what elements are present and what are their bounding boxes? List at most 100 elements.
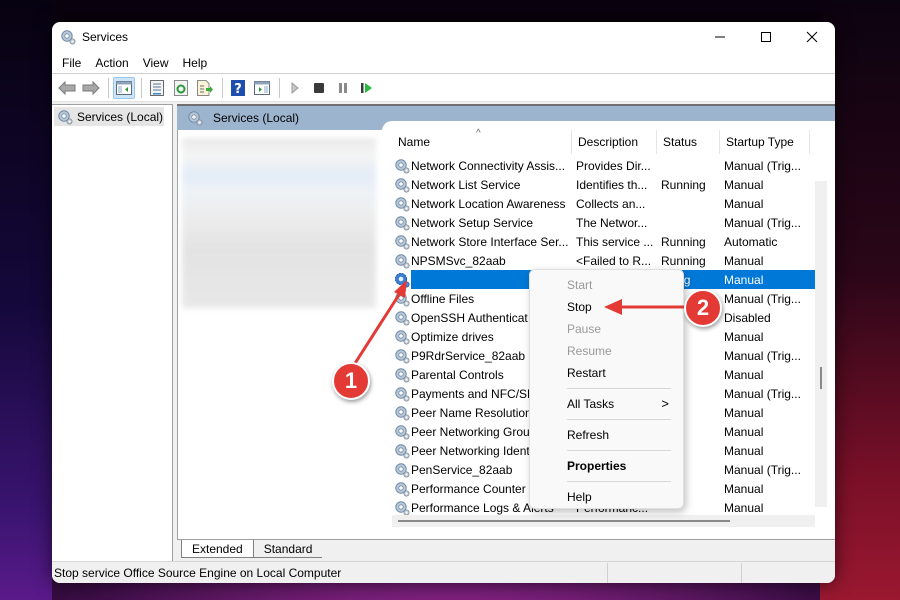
table-row[interactable]: Network Store Interface Ser... This servi… — [392, 232, 817, 251]
menu-item-all-tasks[interactable]: All Tasks > — [530, 393, 683, 415]
table-row[interactable]: Network Connectivity Assis... Provides Di… — [392, 156, 817, 175]
service-description: <Failed to R... — [576, 253, 652, 268]
forward-button[interactable] — [80, 77, 102, 99]
service-name: Offline Files — [411, 291, 475, 306]
pause-service-button[interactable] — [332, 77, 354, 99]
stop-service-icon — [314, 82, 324, 93]
menu-view[interactable]: View — [137, 56, 175, 70]
service-name: Peer Networking Grou — [411, 424, 530, 439]
svg-text:?: ? — [234, 82, 242, 96]
service-gear-icon — [395, 443, 410, 459]
details-header-title: Services (Local) — [213, 111, 300, 125]
column-header-name[interactable]: ^ Name — [392, 128, 572, 154]
service-startup-type: Manual — [724, 424, 764, 439]
service-gear-icon — [395, 500, 410, 516]
service-startup-type: Manual — [724, 253, 764, 268]
table-row[interactable]: Network Location Awareness Collects an...… — [392, 194, 817, 213]
tab-extended[interactable]: Extended — [181, 540, 254, 558]
horizontal-scrollbar[interactable] — [392, 515, 815, 527]
services-gear-icon — [188, 111, 203, 126]
services-gear-icon — [58, 109, 73, 125]
close-icon — [806, 31, 818, 43]
menu-item-resume[interactable]: Resume — [530, 340, 683, 362]
service-startup-type: Manual — [724, 329, 764, 344]
service-gear-icon — [395, 310, 410, 326]
column-header-status[interactable]: Status — [657, 130, 720, 154]
service-status: Running — [661, 253, 706, 268]
start-service-button[interactable] — [284, 77, 306, 99]
minimize-icon — [715, 36, 725, 38]
service-startup-type: Manual — [724, 367, 764, 382]
service-gear-icon — [395, 177, 410, 193]
vertical-scrollbar-thumb[interactable] — [820, 367, 822, 389]
service-description: The Networ... — [576, 215, 648, 230]
pause-service-icon — [339, 82, 347, 93]
menu-item-stop[interactable]: Stop — [530, 296, 683, 318]
back-button[interactable] — [56, 77, 78, 99]
service-name: OpenSSH Authenticat — [411, 310, 528, 325]
menu-item-refresh[interactable]: Refresh — [530, 424, 683, 446]
service-name: Performance Counter — [411, 481, 526, 496]
menu-item-restart[interactable]: Restart — [530, 362, 683, 384]
service-startup-type: Manual — [724, 481, 764, 496]
table-row[interactable]: Network Setup Service The Networ... Manual… — [392, 213, 817, 232]
toolbar-separator — [222, 77, 223, 98]
table-row[interactable]: Network List Service Identifies th... Runn… — [392, 175, 817, 194]
table-row[interactable]: NPSMSvc_82aab <Failed to R... Running Manua… — [392, 251, 817, 270]
console-tree: Services (Local) — [52, 104, 173, 561]
service-gear-icon — [394, 272, 410, 288]
cell-name: NPSMSvc_82aab — [392, 253, 572, 269]
service-startup-type: Manual — [724, 177, 764, 192]
refresh-button[interactable] — [170, 77, 192, 99]
restart-service-button[interactable] — [356, 77, 378, 99]
menu-item-label: All Tasks — [567, 397, 615, 411]
show-hide-console-tree-icon — [116, 80, 132, 95]
service-name: Parental Controls — [411, 367, 504, 382]
service-name: Peer Networking Ident — [411, 443, 530, 458]
service-name: P9RdrService_82aab — [411, 348, 526, 363]
view-tabs: Extended Standard — [177, 539, 835, 561]
menu-item-help[interactable]: Help — [530, 486, 683, 508]
menu-item-start[interactable]: Start — [530, 274, 683, 296]
status-text: Stop service Office Source Engine on Loc… — [54, 565, 342, 580]
stop-service-button[interactable] — [308, 77, 330, 99]
back-arrow-icon — [58, 80, 76, 95]
column-header-description[interactable]: Description — [572, 130, 657, 154]
menu-item-label: Refresh — [567, 428, 610, 442]
column-header-startup-type[interactable]: Startup Type — [720, 130, 810, 154]
menu-file[interactable]: File — [56, 56, 87, 70]
export-list-icon — [197, 79, 213, 96]
context-menu: Start Stop Pause Resume Restart All Tasks > Ref… — [529, 269, 684, 509]
service-description: Identifies th... — [576, 177, 648, 192]
service-gear-icon — [395, 253, 410, 269]
show-hide-action-pane-button[interactable] — [251, 77, 273, 99]
menu-item-properties[interactable]: Properties — [530, 455, 683, 477]
refresh-icon — [174, 79, 188, 96]
show-hide-console-tree-button[interactable] — [113, 76, 135, 99]
maximize-button[interactable] — [743, 22, 789, 52]
service-startup-type: Automatic — [724, 234, 778, 249]
vertical-scrollbar[interactable] — [815, 181, 827, 507]
menu-help[interactable]: Help — [177, 56, 214, 70]
export-list-button[interactable] — [194, 77, 216, 99]
properties-button[interactable] — [146, 77, 168, 99]
menu-item-label: Help — [567, 490, 592, 504]
menu-item-label: Properties — [567, 459, 627, 473]
minimize-button[interactable] — [697, 22, 743, 52]
horizontal-scrollbar-thumb[interactable] — [398, 520, 730, 522]
help-icon: ? — [231, 79, 245, 96]
annotation-badge-2: 2 — [684, 289, 722, 327]
help-button[interactable]: ? — [227, 77, 249, 99]
tab-standard[interactable]: Standard — [253, 540, 323, 558]
menu-item-label: Pause — [567, 322, 602, 336]
service-gear-icon — [395, 291, 410, 307]
toolbar: ? — [52, 74, 835, 102]
close-button[interactable] — [789, 22, 835, 52]
tree-item-services-local[interactable]: Services (Local) — [54, 107, 164, 126]
title-bar[interactable]: Services — [52, 22, 835, 52]
status-bar: Stop service Office Source Engine on Loc… — [52, 561, 835, 583]
menu-item-pause[interactable]: Pause — [530, 318, 683, 340]
menu-action[interactable]: Action — [89, 56, 134, 70]
service-description: Provides Dir... — [576, 158, 651, 173]
toolbar-separator — [108, 77, 109, 98]
